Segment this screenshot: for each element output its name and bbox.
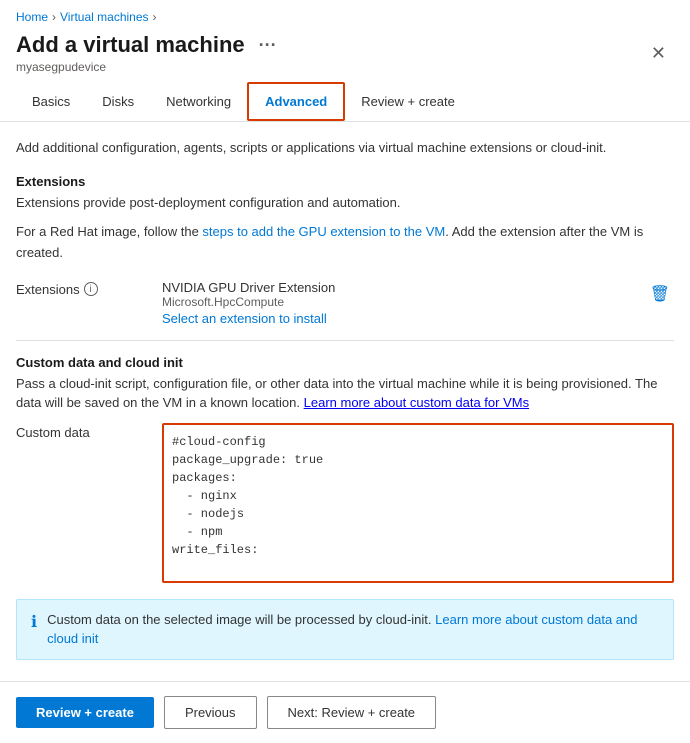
extensions-info-link[interactable]: steps to add the GPU extension to the VM (202, 224, 445, 239)
section-divider (16, 340, 674, 341)
extension-sub: Microsoft.HpcCompute (162, 295, 335, 309)
header-subtitle: myasegpudevice (16, 60, 277, 74)
header-title-row: Add a virtual machine ··· (16, 32, 277, 58)
extensions-info: For a Red Hat image, follow the steps to… (16, 222, 674, 264)
tab-advanced[interactable]: Advanced (247, 82, 345, 121)
extensions-label: Extensions i (16, 280, 146, 297)
footer: Review + create Previous Next: Review + … (0, 681, 690, 743)
extensions-field-row: Extensions i NVIDIA GPU Driver Extension… (16, 280, 674, 326)
extensions-desc: Extensions provide post-deployment confi… (16, 193, 674, 213)
custom-data-learn-more-link[interactable]: Learn more about custom data for VMs (304, 395, 529, 410)
extensions-info-before: For a Red Hat image, follow the (16, 224, 202, 239)
select-extension-link[interactable]: Select an extension to install (162, 311, 674, 326)
header-more-button[interactable]: ··· (259, 35, 277, 56)
breadcrumb-home[interactable]: Home (16, 10, 48, 24)
custom-data-field-row: Custom data (16, 423, 674, 583)
page-description: Add additional configuration, agents, sc… (16, 138, 674, 158)
custom-data-section: Custom data and cloud init Pass a cloud-… (16, 355, 674, 583)
extensions-value-row: NVIDIA GPU Driver Extension Microsoft.Hp… (162, 280, 674, 309)
custom-data-input[interactable] (162, 423, 674, 583)
info-banner-icon: ℹ (31, 611, 37, 635)
previous-button[interactable]: Previous (164, 696, 257, 729)
custom-data-label: Custom data (16, 423, 146, 440)
tab-disks[interactable]: Disks (86, 82, 150, 121)
tabs-bar: Basics Disks Networking Advanced Review … (0, 82, 690, 122)
breadcrumb-sep2: › (153, 10, 157, 24)
page-title: Add a virtual machine (16, 32, 245, 58)
info-banner-text: Custom data on the selected image will b… (47, 610, 659, 649)
extensions-section: Extensions Extensions provide post-deplo… (16, 174, 674, 326)
extensions-info-icon[interactable]: i (84, 282, 98, 296)
close-button[interactable]: ✕ (643, 39, 674, 68)
tab-networking[interactable]: Networking (150, 82, 247, 121)
breadcrumb-sep1: › (52, 10, 56, 24)
content-area: Add additional configuration, agents, sc… (0, 122, 690, 681)
breadcrumb-vms[interactable]: Virtual machines (60, 10, 149, 24)
tab-review-create[interactable]: Review + create (345, 82, 471, 121)
breadcrumb: Home › Virtual machines › (0, 0, 690, 28)
extension-name: NVIDIA GPU Driver Extension (162, 280, 335, 295)
header: Add a virtual machine ··· myasegpudevice… (0, 28, 690, 82)
next-button[interactable]: Next: Review + create (267, 696, 437, 729)
custom-data-desc: Pass a cloud-init script, configuration … (16, 374, 674, 413)
tab-basics[interactable]: Basics (16, 82, 86, 121)
delete-extension-button[interactable]: 🗑 (646, 282, 674, 306)
extensions-title: Extensions (16, 174, 674, 189)
custom-data-title: Custom data and cloud init (16, 355, 674, 370)
header-left: Add a virtual machine ··· myasegpudevice (16, 32, 277, 74)
review-create-button[interactable]: Review + create (16, 697, 154, 728)
info-banner: ℹ Custom data on the selected image will… (16, 599, 674, 660)
extensions-value: NVIDIA GPU Driver Extension Microsoft.Hp… (162, 280, 674, 326)
panel: Home › Virtual machines › Add a virtual … (0, 0, 690, 743)
